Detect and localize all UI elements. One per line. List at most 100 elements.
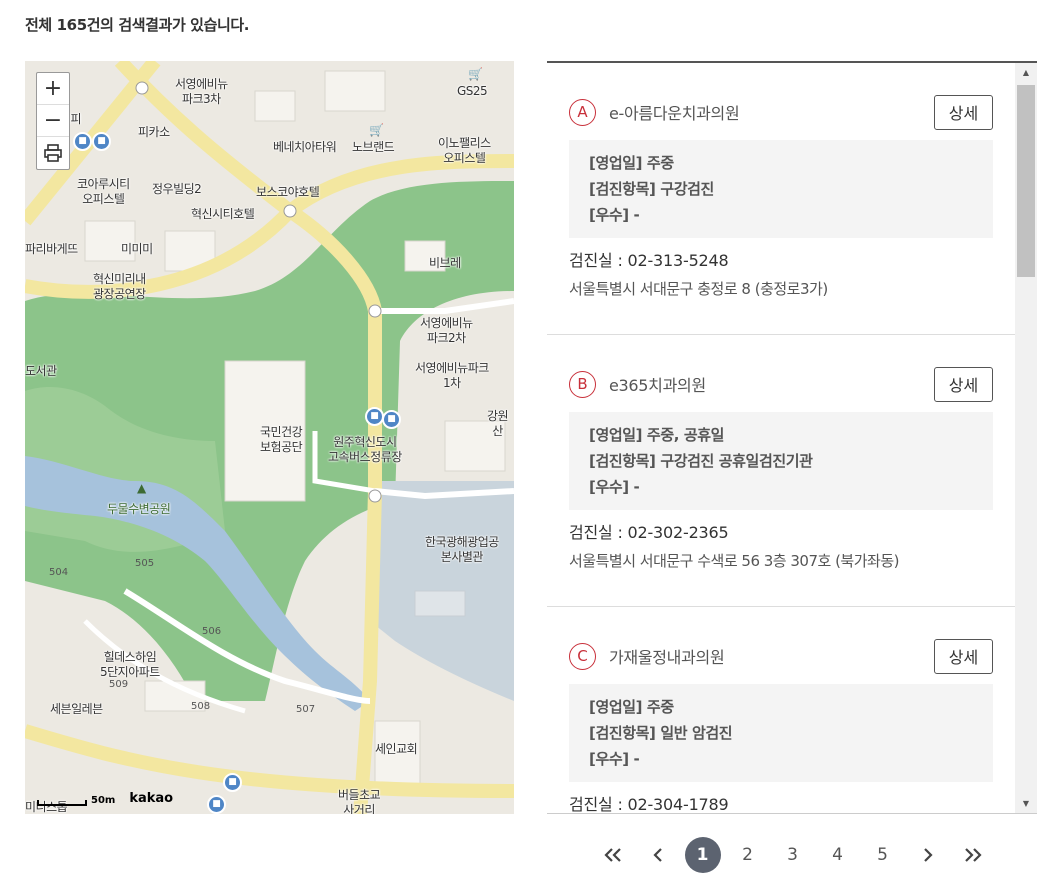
address: 서울특별시 서대문구 수색로 56 3층 307호 (북가좌동) <box>569 552 899 570</box>
result-list[interactable]: A e-아름다운치과의원 상세 [영업일] 주중 [검진항목] 구강검진 [우수… <box>547 63 1015 814</box>
page-number-current: 1 <box>684 837 721 873</box>
map-label-youngbinew3: 서영에비뉴 파크3차 <box>175 77 228 106</box>
map-label-youngbinew1: 서영에비뉴파크 1차 <box>415 361 489 390</box>
detail-button[interactable]: 상세 <box>934 638 993 674</box>
map-label-gs25: GS25 <box>457 84 488 98</box>
map-label-venezia: 베네치아타워 <box>273 140 337 154</box>
info-box: [영업일] 주중, 공휴일 [검진항목] 구강검진 공휴일검진기관 [우수] - <box>569 412 993 510</box>
phone-number: 검진실 : 02-304-1789 <box>569 795 729 814</box>
map-label-budle: 버들초교 사거리 <box>338 788 381 814</box>
clinic-name[interactable]: 가재울정내과의원 <box>609 644 934 668</box>
bus-stop-icon[interactable]: ■ <box>92 132 111 151</box>
first-page-button[interactable] <box>590 837 635 873</box>
clinic-name[interactable]: e-아름다운치과의원 <box>609 100 934 124</box>
scroll-up-icon[interactable]: ▲ <box>1015 63 1037 83</box>
zoom-control: + − <box>36 72 70 170</box>
map-view[interactable]: 서영에비뉴 파크3차 GS25 🛒 커피 피카소 베네치아타워 노브랜드 🛒 이노… <box>25 61 514 814</box>
map-label-gangwon: 강원 산 <box>487 409 509 438</box>
map-label-coary: 코아루시티 오피스텔 <box>77 177 130 206</box>
prev-page-button[interactable] <box>635 837 680 873</box>
business-days: [영업일] 주중 <box>589 154 674 172</box>
business-days: [영업일] 주중, 공휴일 <box>589 426 725 444</box>
bus-stop-icon[interactable]: ■ <box>73 132 92 151</box>
map-label-library: 도서관 <box>25 364 57 378</box>
map-label-dumulsu: 두물수변공원 <box>107 502 171 516</box>
map-label-nobrand: 노브랜드 <box>352 140 395 154</box>
map-label-youngbinew2: 서영에비뉴 파크2차 <box>420 316 473 345</box>
map-marker-badge[interactable]: A <box>569 98 596 126</box>
info-box: [영업일] 주중 [검진항목] 일반 암검진 [우수] - <box>569 684 993 782</box>
exam-items: [검진항목] 구강검진 공휴일검진기관 <box>589 452 813 470</box>
map-label-paris: 파리바게뜨 <box>25 242 78 256</box>
scale-label: 50m <box>91 795 116 806</box>
map-label-nhis: 국민건강 보험공단 <box>260 425 303 454</box>
map-label-kores: 한국광해광업공 본사별관 <box>425 535 499 564</box>
double-chevron-left-icon <box>603 848 621 862</box>
map-scale: 50m kakao <box>37 791 173 806</box>
list-item: A e-아름다운치과의원 상세 [영업일] 주중 [검진항목] 구강검진 [우수… <box>547 63 1015 335</box>
business-days: [영업일] 주중 <box>589 698 674 716</box>
bus-stop-icon[interactable]: ■ <box>223 773 242 792</box>
map-number: 509 <box>109 679 129 690</box>
phone-number: 검진실 : 02-313-5248 <box>569 251 729 270</box>
scroll-down-icon[interactable]: ▼ <box>1015 794 1037 813</box>
store-icon: 🛒 <box>468 67 483 81</box>
map-label-hyeoksin-hotel: 혁신시티호텔 <box>191 207 255 221</box>
map-label-bibre: 비브레 <box>429 256 461 270</box>
chevron-right-icon <box>923 848 933 862</box>
address: 서울특별시 서대문구 충정로 8 (충정로3가) <box>569 280 828 298</box>
pagination: 1 2 3 4 5 <box>590 837 995 873</box>
exam-items: [검진항목] 구강검진 <box>589 180 714 198</box>
double-chevron-right-icon <box>964 848 982 862</box>
list-scrollbar[interactable]: ▲ ▼ <box>1015 63 1037 813</box>
last-page-button[interactable] <box>950 837 995 873</box>
detail-button[interactable]: 상세 <box>934 366 993 402</box>
clinic-name[interactable]: e365치과의원 <box>609 372 934 396</box>
scale-line <box>37 800 87 806</box>
zoom-in-button[interactable]: + <box>37 73 69 105</box>
map-label-seven: 세븐일레븐 <box>50 702 103 716</box>
print-map-button[interactable] <box>37 137 69 169</box>
excellence-grade: [우수] - <box>589 478 640 496</box>
map-marker-badge[interactable]: C <box>569 642 596 670</box>
excellence-grade: [우수] - <box>589 750 640 768</box>
chevron-left-icon <box>652 848 662 862</box>
map-number: 507 <box>296 704 316 715</box>
page-button[interactable]: 2 <box>725 837 770 873</box>
map-number: 504 <box>49 567 69 578</box>
park-icon: ▲ <box>137 481 147 495</box>
list-item: C 가재울정내과의원 상세 [영업일] 주중 [검진항목] 일반 암검진 [우수… <box>547 607 1015 814</box>
scroll-thumb[interactable] <box>1017 85 1035 277</box>
exam-items: [검진항목] 일반 암검진 <box>589 724 733 742</box>
excellence-grade: [우수] - <box>589 206 640 224</box>
list-item: B e365치과의원 상세 [영업일] 주중, 공휴일 [검진항목] 구강검진 … <box>547 335 1015 607</box>
map-label-terminal: 원주혁신도시 고속버스정류장 <box>328 435 402 464</box>
page-button[interactable]: 1 <box>680 837 725 873</box>
map-number: 505 <box>135 558 155 569</box>
kakao-logo[interactable]: kakao <box>129 791 173 806</box>
map-label-hyeoksin-plaza: 혁신미리내 광장공연장 <box>93 272 146 301</box>
map-label-inopalace: 이노팰리스 오피스텔 <box>438 136 491 165</box>
result-count-text: 전체 165건의 검색결과가 있습니다. <box>25 16 250 34</box>
page-button[interactable]: 4 <box>815 837 860 873</box>
phone-number: 검진실 : 02-302-2365 <box>569 523 729 542</box>
next-page-button[interactable] <box>905 837 950 873</box>
map-number: 508 <box>191 701 211 712</box>
map-label-jungwoo: 정우빌딩2 <box>152 182 202 196</box>
page-button[interactable]: 3 <box>770 837 815 873</box>
detail-button[interactable]: 상세 <box>934 94 993 130</box>
info-box: [영업일] 주중 [검진항목] 구강검진 [우수] - <box>569 140 993 238</box>
map-number: 506 <box>202 626 222 637</box>
bus-stop-icon[interactable]: ■ <box>365 407 384 426</box>
map-marker-badge[interactable]: B <box>569 370 596 398</box>
map-label-mimimi: 미미미 <box>121 242 153 256</box>
store-icon: 🛒 <box>369 123 384 137</box>
map-label-bosco: 보스코야호텔 <box>256 185 320 199</box>
zoom-out-button[interactable]: − <box>37 105 69 137</box>
bus-stop-icon[interactable]: ■ <box>382 410 401 429</box>
map-label-hilldesha: 힐데스하임 5단지아파트 <box>100 650 160 679</box>
page-button[interactable]: 5 <box>860 837 905 873</box>
result-list-panel: A e-아름다운치과의원 상세 [영업일] 주중 [검진항목] 구강검진 [우수… <box>547 61 1037 814</box>
map-label-church: 세인교회 <box>375 742 418 756</box>
bus-stop-icon[interactable]: ■ <box>207 795 226 814</box>
